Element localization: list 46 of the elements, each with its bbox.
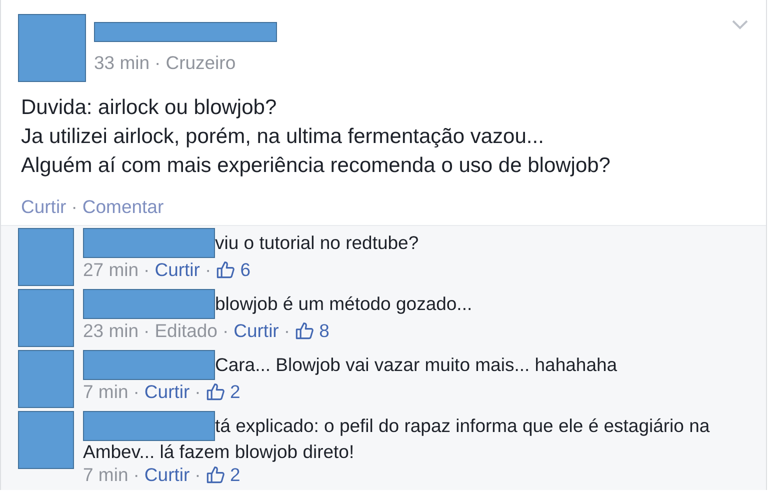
comment-text: blowjob é um método gozado...: [215, 292, 472, 316]
separator: ·: [284, 320, 290, 341]
separator: ·: [194, 381, 201, 402]
thumbs-up-icon: [216, 260, 236, 279]
thumbs-up-icon: [206, 382, 225, 401]
post-time[interactable]: 33 min: [94, 52, 150, 73]
comment-text: Cara... Blowjob vai vazar muito mais... hahahaha: [215, 353, 618, 377]
comment-text: viu o tutorial no redtube?: [215, 231, 419, 255]
redacted-avatar: [18, 350, 74, 408]
post-text: Duvida: airlock ou blowjob?: [21, 95, 278, 121]
post-text: Alguém aí com mais experiência recomenda o uso de blowjob?: [21, 153, 612, 179]
comment-time[interactable]: 27 min: [83, 259, 139, 280]
comment-time[interactable]: 7 min: [83, 381, 128, 402]
comment-text: Ambev... lá fazem blowjob direto!: [83, 441, 354, 462]
separator: ·: [204, 259, 212, 280]
comment-time[interactable]: 23 min: [83, 320, 139, 341]
chevron-down-icon[interactable]: [732, 20, 748, 30]
separator: ·: [222, 320, 229, 341]
redacted-avatar: [18, 228, 74, 286]
comment-time[interactable]: 7 min: [83, 464, 128, 485]
thumbs-up-icon: [206, 465, 225, 484]
separator: ·: [144, 320, 150, 341]
action-link[interactable]: Curtir: [21, 196, 66, 217]
comment-text: tá explicado: o pefil do rapaz informa que ele é estagiário na: [215, 414, 710, 438]
like-link[interactable]: Curtir: [234, 320, 279, 341]
thumbs-up-icon: [295, 321, 314, 340]
separator: ·: [71, 196, 78, 217]
separator: ·: [154, 52, 161, 73]
post-location[interactable]: Cruzeiro: [166, 52, 236, 73]
separator: ·: [144, 259, 150, 280]
post-text: Ja utilizei airlock, porém, na ultima fermentação vazou...: [21, 124, 545, 150]
like-count[interactable]: 6: [240, 259, 251, 280]
redacted-avatar: [18, 14, 86, 82]
like-link[interactable]: Curtir: [144, 381, 190, 402]
redacted-avatar: [18, 411, 74, 469]
redacted-avatar: [18, 289, 74, 347]
like-link[interactable]: Curtir: [144, 464, 190, 485]
like-count[interactable]: 2: [230, 464, 240, 485]
like-count[interactable]: 8: [319, 320, 330, 341]
separator: ·: [133, 464, 140, 485]
separator: ·: [133, 381, 140, 402]
action-link[interactable]: Comentar: [82, 196, 164, 217]
like-count[interactable]: 2: [230, 381, 240, 402]
edited-label[interactable]: Editado: [154, 320, 218, 341]
like-link[interactable]: Curtir: [154, 259, 200, 280]
separator: ·: [194, 464, 201, 485]
